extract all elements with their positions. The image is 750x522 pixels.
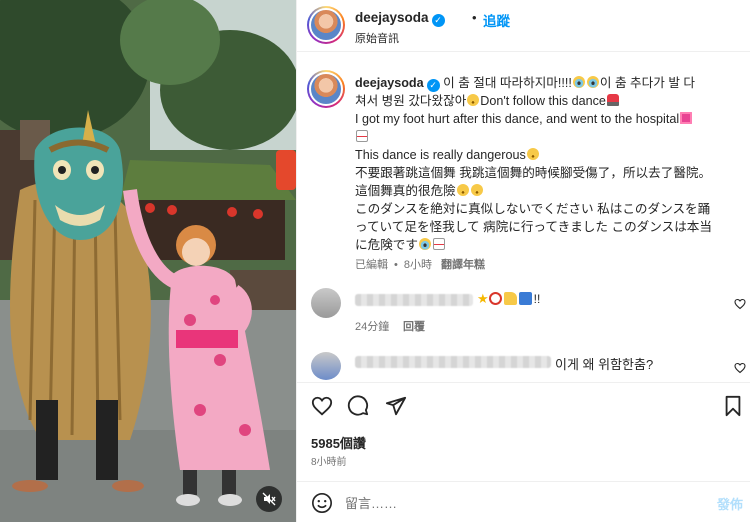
caption-text-line1b: 이 춤 추다가 발 다 [599, 76, 695, 90]
scream-emoji-icon [586, 76, 599, 88]
sad-emoji-icon [456, 184, 469, 196]
comment-time: 24分鐘 [355, 321, 390, 333]
caption-text-line5: This dance is really dangerous [355, 148, 526, 162]
circle-emoji-icon [488, 292, 502, 305]
hospital-emoji-icon [680, 112, 693, 124]
follow-button[interactable]: 追蹤 [483, 10, 510, 30]
caption-text-line2b: Don't follow this dance [480, 94, 606, 108]
comment-like-heart-icon[interactable] [734, 298, 746, 310]
post-comment-button[interactable]: 發佈 [717, 494, 743, 513]
ambulance-emoji-icon [432, 238, 445, 250]
bookmark-icon[interactable] [723, 395, 743, 417]
commenter-redacted [355, 294, 473, 306]
scream-emoji-icon [572, 76, 585, 88]
comment-bubble-icon[interactable] [347, 395, 369, 417]
author-avatar[interactable] [307, 6, 345, 44]
edited-label: 已編輯 [355, 259, 388, 271]
paper-plane-icon[interactable] [385, 395, 407, 417]
comment-suffix: !! [533, 292, 541, 306]
caption-text-line6: 不要跟著跳這個舞 我跳這個舞的時候腳受傷了，所以去了醫院。 [355, 166, 712, 180]
caption-text-line1a: 이 춤 절대 따라하지마!!!! [443, 76, 572, 90]
post-header: deejaysoda ✓ • 追蹤 原始音訊 [297, 0, 750, 52]
verified-badge-icon: ✓ [426, 79, 440, 92]
commenter-avatar[interactable] [311, 352, 341, 380]
post-details-panel: deejaysoda ✓ • 追蹤 原始音訊 deejaysoda ✓ 이 춤 절대… [296, 0, 750, 522]
see-translation-link[interactable]: 翻譯年糕 [441, 259, 485, 271]
star-emoji-icon: ★ [477, 291, 489, 306]
scream-emoji-icon [418, 238, 431, 250]
commenter-avatar[interactable] [311, 288, 341, 318]
comment-emojis: ★!! [477, 291, 540, 307]
speaker-muted-icon [262, 492, 276, 506]
video-frame-image [0, 0, 296, 522]
ambulance-emoji-icon [356, 130, 368, 142]
caption-author-avatar[interactable] [307, 70, 345, 108]
sad-emoji-icon [470, 184, 483, 196]
sad-emoji-icon [526, 148, 539, 160]
post-timestamp[interactable]: 8小時前 [311, 453, 347, 468]
post-caption: deejaysoda ✓ 이 춤 절대 따라하지마!!!! 이 춤 추다가 발 다 … [355, 74, 737, 254]
smiley-icon[interactable] [311, 492, 333, 514]
like-count[interactable]: 5985個讚 [311, 433, 366, 452]
header-separator: • [472, 10, 477, 25]
sad-emoji-icon [467, 94, 480, 106]
original-audio-link[interactable]: 原始音訊 [355, 30, 399, 46]
post-actions: 5985個讚 8小時前 發佈 [297, 382, 750, 522]
comment-composer: 發佈 [297, 481, 750, 522]
verified-badge-icon: ✓ [431, 14, 445, 27]
comment-text: 이게 왜 위함한춤? [555, 357, 654, 372]
caption-text-line9: っていて足を怪我して 病院に行ってきました このダンスは本当 [355, 220, 712, 234]
comment-like-heart-icon[interactable] [734, 362, 746, 374]
commenter-redacted [355, 356, 551, 368]
siren-emoji-icon [606, 94, 619, 106]
keycap-emoji-icon [518, 292, 532, 305]
post-video[interactable] [0, 0, 296, 522]
caption-text-line10: に危険です [355, 238, 418, 252]
thumbs-up-emoji-icon [503, 292, 517, 305]
caption-text-line7: 這個舞真的很危險 [355, 184, 456, 198]
caption-username[interactable]: deejaysoda [355, 76, 424, 90]
heart-icon[interactable] [311, 395, 333, 417]
reply-button[interactable]: 回覆 [403, 318, 425, 334]
mute-toggle-button[interactable] [256, 486, 282, 512]
comment-input[interactable] [345, 493, 675, 513]
author-username[interactable]: deejaysoda [355, 10, 429, 25]
caption-text-line8: このダンスを絶対に真似しないでください 私はこのダンスを踊 [355, 202, 711, 216]
caption-text-line2a: 쳐서 병원 갔다왔잖아 [355, 94, 467, 108]
caption-age: 8小時 [403, 259, 432, 271]
caption-text-line3: I got my foot hurt after this dance, and… [355, 112, 680, 126]
caption-meta: 已編輯 • 8小時 翻譯年糕 [355, 259, 486, 271]
